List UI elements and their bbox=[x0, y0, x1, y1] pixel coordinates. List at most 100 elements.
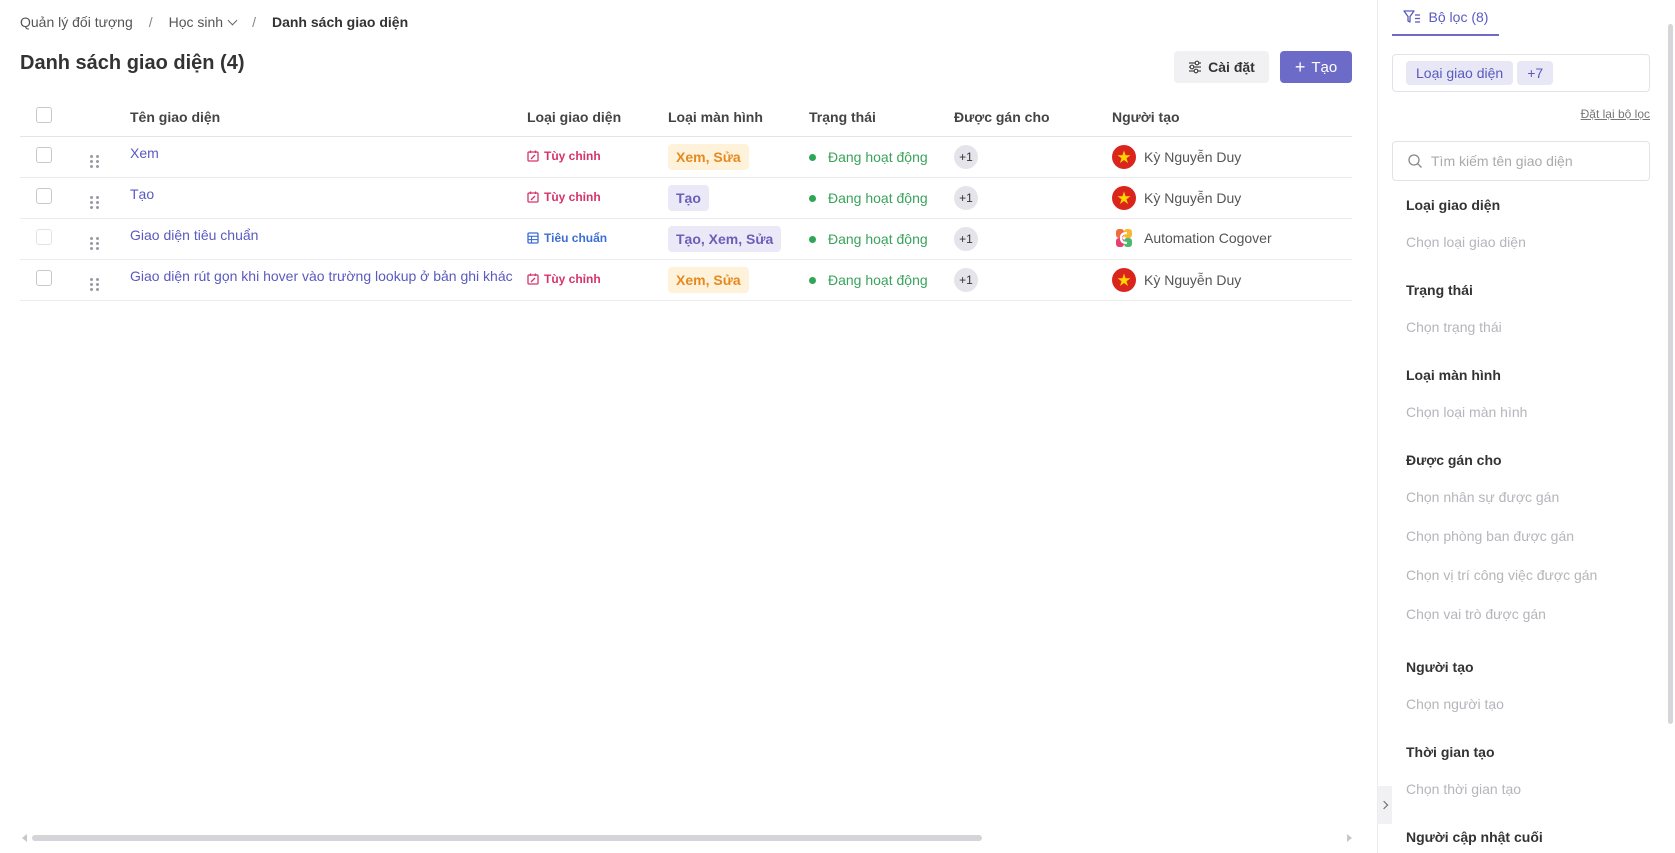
header-creator[interactable]: Người tạo bbox=[1112, 98, 1352, 137]
filter-section-created-time: Thời gian tạo Chọn thời gian tạo bbox=[1406, 744, 1521, 797]
drag-cell bbox=[72, 218, 130, 260]
calendar-edit-icon bbox=[527, 150, 539, 162]
screen-cell: Tạo, Xem, Sửa bbox=[668, 218, 809, 260]
create-button[interactable]: + Tạo bbox=[1280, 51, 1352, 83]
filter-chip-more[interactable]: +7 bbox=[1517, 61, 1554, 85]
layout-name-link[interactable]: Giao diện tiêu chuẩn bbox=[130, 227, 258, 243]
search-icon bbox=[1408, 154, 1422, 168]
search-input[interactable] bbox=[1431, 153, 1631, 169]
filter-option[interactable]: Chọn nhân sự được gán bbox=[1406, 489, 1597, 505]
breadcrumb-item-student[interactable]: Học sinh bbox=[169, 14, 238, 30]
horizontal-scrollbar[interactable] bbox=[22, 834, 1352, 842]
filter-option[interactable]: Chọn phòng ban được gán bbox=[1406, 528, 1597, 544]
filter-chip[interactable]: Loại giao diện bbox=[1406, 61, 1514, 85]
header-screen-type[interactable]: Loại màn hình bbox=[668, 98, 809, 137]
filter-option[interactable]: Chọn trạng thái bbox=[1406, 319, 1502, 335]
layout-name-link[interactable]: Tạo bbox=[130, 186, 154, 202]
drag-handle-icon[interactable] bbox=[90, 155, 99, 168]
main-content: Quản lý đối tượng / Học sinh / Danh sách… bbox=[0, 0, 1378, 853]
type-cell: Tiêu chuẩn bbox=[527, 218, 668, 260]
filter-option[interactable]: Chọn loại màn hình bbox=[1406, 404, 1527, 420]
row-checkbox[interactable] bbox=[36, 188, 52, 204]
grid-table-icon bbox=[527, 231, 539, 244]
scroll-right-arrow-icon[interactable] bbox=[1347, 834, 1352, 842]
active-filter-chips[interactable]: Loại giao diện +7 bbox=[1392, 54, 1650, 92]
row-checkbox-cell bbox=[20, 136, 72, 178]
filter-section-title: Loại màn hình bbox=[1406, 367, 1501, 383]
breadcrumb-separator: / bbox=[148, 14, 153, 30]
row-checkbox[interactable] bbox=[36, 270, 52, 286]
filter-option[interactable]: Chọn thời gian tạo bbox=[1406, 781, 1521, 797]
filter-icon bbox=[1402, 10, 1420, 23]
status-cell: Đang hoạt động bbox=[809, 177, 954, 219]
sliders-icon bbox=[1189, 60, 1202, 74]
layout-name-link[interactable]: Giao diện rút gọn khi hover vào trường l… bbox=[130, 268, 513, 284]
screen-type-pill: Tạo bbox=[668, 184, 709, 211]
assigned-count-badge[interactable]: +1 bbox=[954, 226, 978, 251]
screen-cell: Xem, Sửa bbox=[668, 136, 809, 178]
chevron-down-icon bbox=[227, 15, 238, 26]
header-name[interactable]: Tên giao diện bbox=[130, 98, 527, 137]
name-cell: Xem bbox=[130, 136, 527, 178]
filter-section-title: Người cập nhật cuối bbox=[1406, 829, 1543, 845]
panel-divider bbox=[1377, 0, 1378, 853]
assigned-count-badge[interactable]: +1 bbox=[954, 144, 978, 169]
chevron-right-icon bbox=[1379, 800, 1388, 810]
breadcrumb-separator: / bbox=[252, 14, 256, 30]
header-layout-type[interactable]: Loại giao diện bbox=[527, 98, 668, 137]
assigned-count-badge[interactable]: +1 bbox=[954, 185, 978, 210]
filter-section-title: Được gán cho bbox=[1406, 452, 1502, 468]
type-cell: Tùy chỉnh bbox=[527, 259, 668, 301]
screen-cell: Xem, Sửa bbox=[668, 259, 809, 301]
filter-option[interactable]: Chọn vai trò được gán bbox=[1406, 606, 1597, 622]
status-cell: Đang hoạt động bbox=[809, 136, 954, 178]
drag-handle-icon[interactable] bbox=[90, 278, 99, 291]
drag-cell bbox=[72, 136, 130, 178]
scroll-left-arrow-icon[interactable] bbox=[22, 834, 27, 842]
tab-filter[interactable]: Bộ lọc (8) bbox=[1392, 0, 1499, 36]
layout-type-badge: Tùy chỉnh bbox=[527, 190, 601, 204]
name-cell: Giao diện tiêu chuẩn bbox=[130, 218, 527, 260]
filter-option[interactable]: Chọn người tạo bbox=[1406, 696, 1504, 712]
breadcrumb-item-current: Danh sách giao diện bbox=[271, 14, 409, 30]
settings-button[interactable]: Cài đặt bbox=[1174, 51, 1269, 83]
flag-vn-icon bbox=[1117, 150, 1131, 163]
name-cell: Giao diện rút gọn khi hover vào trường l… bbox=[130, 259, 527, 301]
calendar-edit-icon bbox=[527, 273, 539, 285]
screen-type-pill: Xem, Sửa bbox=[668, 143, 749, 170]
row-checkbox-cell bbox=[20, 218, 72, 260]
name-cell: Tạo bbox=[130, 177, 527, 219]
status-indicator: Đang hoạt động bbox=[809, 149, 928, 165]
reset-filter-link[interactable]: Đặt lại bộ lọc bbox=[1581, 107, 1650, 121]
scroll-thumb[interactable] bbox=[32, 835, 982, 841]
creator-name: Kỳ Nguyễn Duy bbox=[1144, 148, 1242, 165]
collapse-panel-button[interactable] bbox=[1378, 786, 1392, 824]
vertical-scrollbar[interactable] bbox=[1668, 24, 1673, 724]
filter-section-last-updated-by: Người cập nhật cuối bbox=[1406, 829, 1543, 845]
header-assigned[interactable]: Được gán cho bbox=[954, 98, 1112, 137]
plus-icon: + bbox=[1294, 56, 1306, 77]
filter-search-box bbox=[1392, 141, 1650, 181]
row-checkbox[interactable] bbox=[36, 147, 52, 163]
status-label: Đang hoạt động bbox=[828, 272, 928, 289]
table-header-row: Tên giao diện Loại giao diện Loại màn hì… bbox=[20, 98, 1352, 137]
select-all-checkbox[interactable] bbox=[36, 107, 52, 124]
header-select-all bbox=[20, 98, 72, 137]
filter-section-title: Thời gian tạo bbox=[1406, 744, 1495, 760]
filter-option[interactable]: Chọn loại giao diện bbox=[1406, 234, 1526, 250]
layout-name-link[interactable]: Xem bbox=[130, 145, 159, 161]
layout-type-badge: Tùy chỉnh bbox=[527, 149, 601, 163]
screen-type-pill: Tạo, Xem, Sửa bbox=[668, 225, 782, 252]
header-status[interactable]: Trạng thái bbox=[809, 98, 954, 137]
assigned-count-badge[interactable]: +1 bbox=[954, 267, 978, 292]
filter-section-screen-type: Loại màn hình Chọn loại màn hình bbox=[1406, 367, 1527, 420]
breadcrumb-item-object-management[interactable]: Quản lý đối tượng bbox=[20, 14, 133, 30]
drag-handle-icon[interactable] bbox=[90, 196, 99, 209]
filter-section-status: Trạng thái Chọn trạng thái bbox=[1406, 282, 1502, 335]
filter-section-title: Người tạo bbox=[1406, 659, 1474, 675]
drag-handle-icon[interactable] bbox=[90, 237, 99, 250]
filter-option[interactable]: Chọn vị trí công việc được gán bbox=[1406, 567, 1597, 583]
creator-cell: Kỳ Nguyễn Duy bbox=[1112, 259, 1352, 301]
creator-name: Kỳ Nguyễn Duy bbox=[1144, 189, 1242, 206]
layout-type-label: Tùy chỉnh bbox=[544, 189, 601, 204]
